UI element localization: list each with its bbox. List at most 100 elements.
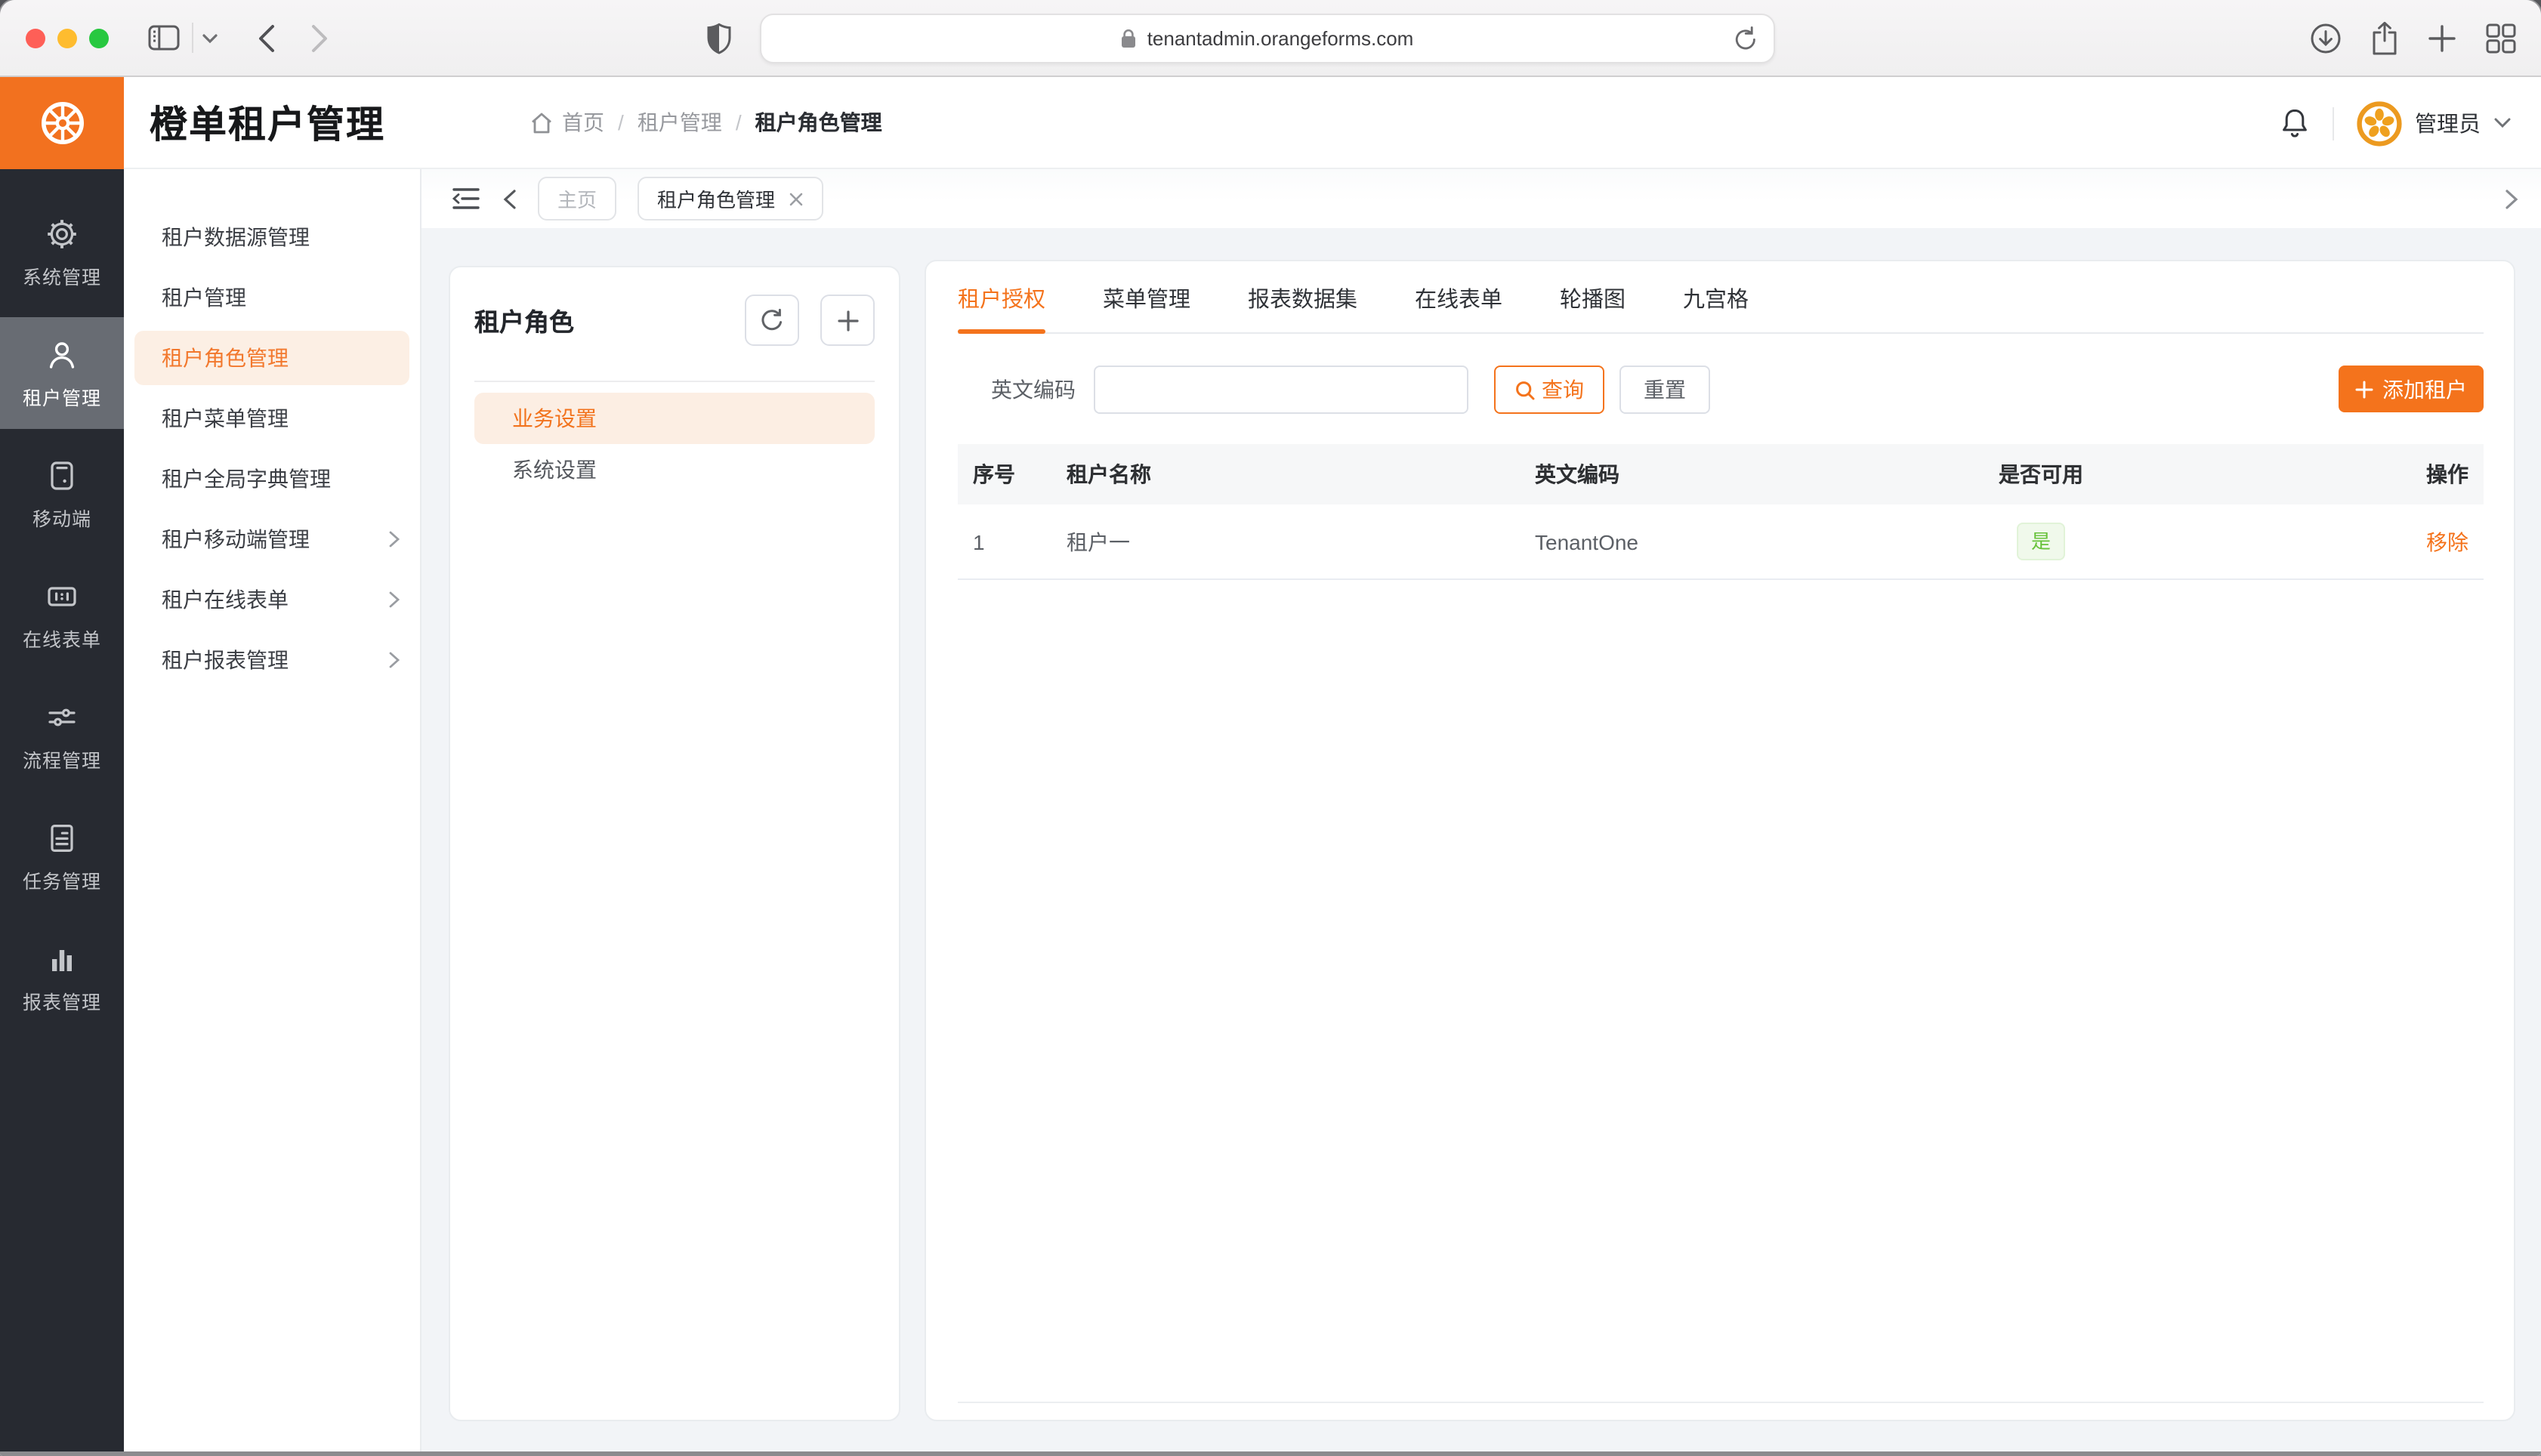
- tab-scroll-left-icon[interactable]: [503, 188, 517, 209]
- breadcrumb-separator: /: [618, 110, 624, 134]
- col-code: 英文编码: [1520, 459, 1905, 489]
- url-text: tenantadmin.orangeforms.com: [1147, 27, 1414, 50]
- sidebar-item-label: 租户管理: [23, 381, 101, 410]
- page-tab-home[interactable]: 主页: [538, 177, 616, 221]
- menu-item-tenant-report-management[interactable]: 租户报表管理: [124, 630, 420, 690]
- traffic-lights: [26, 28, 109, 48]
- share-icon[interactable]: [2370, 21, 2399, 56]
- sidebar-item-system-management[interactable]: 系统管理: [0, 196, 124, 308]
- app-header: 橙单租户管理 首页 / 租户管理 / 租户角色管理: [0, 77, 2541, 169]
- forward-button[interactable]: [311, 23, 328, 52]
- back-button[interactable]: [258, 23, 275, 52]
- tenant-table: 序号 租户名称 英文编码 是否可用 操作 1 租户一 TenantOne 是 移…: [958, 444, 2484, 580]
- breadcrumb-home[interactable]: 首页: [530, 107, 604, 137]
- reload-icon[interactable]: [1734, 26, 1757, 56]
- address-bar[interactable]: tenantadmin.orangeforms.com: [760, 14, 1775, 63]
- form-icon: [44, 578, 80, 614]
- menu-item-tenant-mobile-management[interactable]: 租户移动端管理: [124, 509, 420, 569]
- menu-item-tenant-datasource[interactable]: 租户数据源管理: [124, 207, 420, 267]
- sidebar-item-online-form[interactable]: 在线表单: [0, 559, 124, 671]
- menu-item-tenant-menu-management[interactable]: 租户菜单管理: [124, 388, 420, 449]
- tab-overview-icon[interactable]: [2485, 23, 2517, 54]
- breadcrumb-separator: /: [736, 110, 742, 134]
- gear-icon: [44, 215, 80, 251]
- avatar: [2356, 100, 2401, 146]
- mobile-icon: [44, 457, 80, 493]
- sidebar-item-label: 移动端: [32, 502, 91, 531]
- sidebar-toggle-icon[interactable]: [148, 24, 180, 51]
- col-index: 序号: [958, 459, 1051, 489]
- code-filter-input[interactable]: [1094, 366, 1468, 414]
- downloads-icon[interactable]: [2310, 23, 2342, 54]
- refresh-button[interactable]: [745, 295, 799, 346]
- sidebar-chevron-down-icon[interactable]: [202, 32, 218, 43]
- user-name: 管理员: [2415, 107, 2481, 139]
- breadcrumb-current: 租户角色管理: [755, 107, 882, 137]
- add-tenant-button[interactable]: 添加租户: [2339, 366, 2484, 412]
- content-area: 租户角色 业务设置 系统设置: [421, 228, 2541, 1456]
- cell-index: 1: [958, 529, 1051, 554]
- browser-toolbar: tenantadmin.orangeforms.com: [0, 0, 2541, 77]
- menu-item-tenant-role-management[interactable]: 租户角色管理: [134, 331, 409, 385]
- app-logo[interactable]: [0, 76, 124, 168]
- menu-item-tenant-management[interactable]: 租户管理: [124, 267, 420, 328]
- code-filter-label: 英文编码: [991, 375, 1076, 405]
- secondary-sidebar: 租户数据源管理 租户管理 租户角色管理 租户菜单管理 租户全局字典管理 租户移动…: [124, 169, 421, 1456]
- new-tab-icon[interactable]: [2428, 24, 2456, 53]
- panel-divider: [474, 381, 875, 382]
- filter-row: 英文编码 查询 重置 添加租户: [958, 366, 2484, 414]
- table-header: 序号 租户名称 英文编码 是否可用 操作: [958, 444, 2484, 504]
- tab-scroll-right-icon[interactable]: [2505, 188, 2518, 209]
- minimize-window-button[interactable]: [57, 28, 77, 48]
- cell-available: 是: [1905, 523, 2177, 560]
- detail-tabs: 租户授权 菜单管理 报表数据集 在线表单 轮播图 九宫格: [958, 261, 2484, 334]
- tab-list-icon[interactable]: [452, 187, 480, 210]
- zoom-window-button[interactable]: [89, 28, 109, 48]
- role-item-business-settings[interactable]: 业务设置: [474, 393, 875, 444]
- add-role-button[interactable]: [820, 295, 875, 346]
- tab-grid[interactable]: 九宫格: [1683, 282, 1749, 332]
- primary-sidebar: 系统管理 租户管理 移动端 在线表单: [0, 169, 124, 1456]
- page-tab-strip: 主页 租户角色管理: [421, 169, 2541, 228]
- home-icon: [530, 111, 553, 134]
- sidebar-item-task-management[interactable]: 任务管理: [0, 800, 124, 912]
- panel-title: 租户角色: [474, 302, 574, 338]
- tab-online-form[interactable]: 在线表单: [1415, 282, 1502, 332]
- notification-bell-icon[interactable]: [2279, 107, 2309, 139]
- col-available: 是否可用: [1905, 459, 2177, 489]
- sidebar-item-report-management[interactable]: 报表管理: [0, 921, 124, 1033]
- lock-icon: [1122, 29, 1137, 48]
- sidebar-item-label: 在线表单: [23, 623, 101, 652]
- menu-item-tenant-dict-management[interactable]: 租户全局字典管理: [124, 449, 420, 509]
- page-tab-tenant-role[interactable]: 租户角色管理: [638, 177, 823, 221]
- close-tab-icon[interactable]: [789, 191, 804, 206]
- privacy-shield-icon[interactable]: [707, 22, 731, 54]
- close-window-button[interactable]: [26, 28, 45, 48]
- menu-item-tenant-online-form[interactable]: 租户在线表单: [124, 569, 420, 630]
- table-row: 1 租户一 TenantOne 是 移除: [958, 504, 2484, 580]
- tab-report-dataset[interactable]: 报表数据集: [1248, 282, 1357, 332]
- breadcrumb-tenant-management[interactable]: 租户管理: [638, 107, 722, 137]
- sidebar-item-label: 流程管理: [23, 744, 101, 773]
- role-item-system-settings[interactable]: 系统设置: [474, 444, 875, 495]
- user-menu[interactable]: 管理员: [2356, 100, 2511, 146]
- plus-icon: [2355, 380, 2373, 398]
- reset-button[interactable]: 重置: [1619, 366, 1710, 414]
- sidebar-item-process-management[interactable]: 流程管理: [0, 680, 124, 791]
- sidebar-item-mobile[interactable]: 移动端: [0, 438, 124, 550]
- chevron-right-icon: [388, 651, 400, 669]
- cell-tenant-name: 租户一: [1051, 526, 1520, 557]
- user-icon: [44, 336, 80, 372]
- sidebar-item-label: 系统管理: [23, 261, 101, 289]
- sidebar-item-tenant-management[interactable]: 租户管理: [0, 317, 124, 429]
- query-button[interactable]: 查询: [1494, 366, 1604, 414]
- tab-menu-management[interactable]: 菜单管理: [1103, 282, 1190, 332]
- tasks-icon: [44, 819, 80, 856]
- pagination-divider: [958, 1402, 2484, 1403]
- tab-carousel[interactable]: 轮播图: [1560, 282, 1626, 332]
- tab-tenant-authorization[interactable]: 租户授权: [958, 282, 1045, 332]
- remove-link[interactable]: 移除: [2426, 529, 2468, 554]
- status-badge: 是: [2018, 523, 2064, 560]
- header-divider: [2332, 106, 2333, 140]
- chevron-right-icon: [388, 591, 400, 609]
